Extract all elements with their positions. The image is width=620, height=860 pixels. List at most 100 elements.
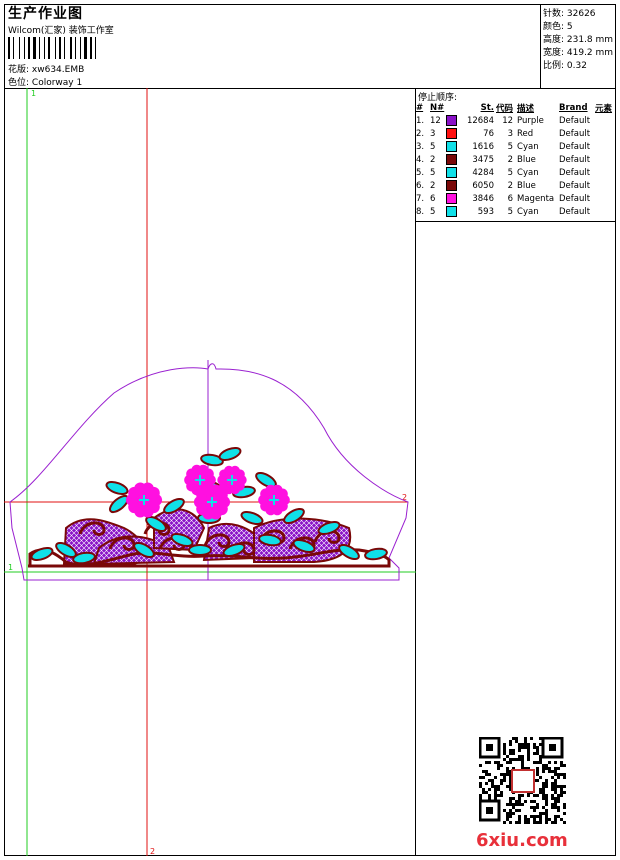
qr-module — [542, 782, 545, 785]
qr-module — [524, 815, 527, 818]
qr-module — [557, 815, 560, 818]
table-row: 6. 2 6050 2 Blue Default — [416, 179, 619, 192]
qr-finder-center — [549, 744, 556, 751]
table-row: 7. 6 3846 6 Magenta Default — [416, 192, 619, 205]
row-description: Blue — [517, 180, 536, 191]
qr-module — [515, 740, 518, 743]
qr-module — [551, 782, 554, 785]
qr-module — [506, 767, 509, 770]
qr-module — [539, 791, 542, 794]
qr-module — [530, 815, 533, 818]
barcode-bar — [8, 37, 10, 59]
color-swatch — [446, 180, 457, 191]
qr-module — [509, 815, 512, 818]
qr-module — [521, 761, 524, 764]
qr-module — [509, 758, 512, 761]
qr-module — [557, 773, 560, 776]
qr-module — [482, 770, 485, 773]
qr-module — [533, 800, 536, 803]
qr-module — [488, 761, 491, 764]
qr-module — [518, 758, 521, 761]
qr-module — [518, 821, 521, 824]
qr-module — [482, 791, 485, 794]
row-code: 5 — [507, 167, 514, 178]
qr-module — [500, 779, 503, 782]
qr-module — [545, 812, 548, 815]
row-code: 5 — [507, 206, 514, 217]
flower — [258, 484, 290, 516]
barcode-bar — [90, 37, 92, 59]
qr-module — [545, 800, 548, 803]
qr-module — [509, 809, 512, 812]
row-index: 4. — [416, 154, 425, 165]
design-label: 花版: — [8, 65, 30, 75]
qr-module — [506, 803, 509, 806]
barcode-bar — [19, 37, 20, 59]
qr-module — [545, 782, 548, 785]
barcode-bar — [64, 37, 65, 59]
qr-module — [563, 806, 566, 809]
row-needle: 6 — [430, 193, 436, 204]
qr-module — [560, 785, 563, 788]
qr-module — [491, 782, 494, 785]
design-value: xw634.EMB — [31, 65, 85, 75]
qr-module — [560, 764, 563, 767]
row-element — [595, 179, 619, 192]
qr-module — [494, 791, 497, 794]
qr-module — [524, 737, 527, 740]
qr-module — [542, 791, 545, 794]
qr-module — [554, 806, 557, 809]
qr-module — [542, 785, 545, 788]
qr-module — [527, 752, 530, 755]
qr-module — [539, 815, 542, 818]
leaf — [240, 510, 264, 526]
barcode-bar — [59, 37, 61, 59]
qr-module — [479, 764, 482, 767]
row-index: 6. — [416, 180, 425, 191]
leaf — [105, 480, 129, 496]
qr-module — [554, 800, 557, 803]
flower — [125, 482, 163, 518]
qr-module — [509, 797, 512, 800]
qr-module — [506, 755, 509, 758]
qr-module — [494, 776, 497, 779]
qr-module — [503, 752, 506, 755]
qr-module — [494, 785, 497, 788]
qr-module — [488, 794, 491, 797]
design-scale: 比例: 0.32 — [543, 61, 587, 71]
row-code: 6 — [507, 193, 514, 204]
qr-module — [503, 821, 506, 824]
qr-module — [557, 776, 560, 779]
qr-module — [542, 788, 545, 791]
row-swatch — [446, 114, 460, 127]
qr-module — [503, 809, 506, 812]
qr-module — [527, 758, 530, 761]
qr-module — [533, 821, 536, 824]
qr-module — [554, 773, 557, 776]
qr-module — [527, 755, 530, 758]
row-brand: Default — [559, 167, 591, 178]
qr-module — [509, 743, 512, 746]
leaf — [188, 544, 212, 556]
qr-module — [506, 818, 509, 821]
qr-module — [554, 785, 557, 788]
qr-module — [545, 803, 548, 806]
qr-module — [548, 767, 551, 770]
qr-module — [500, 794, 503, 797]
qr-module — [551, 776, 554, 779]
embroidery-preview: 1122 — [4, 88, 416, 856]
qr-module — [545, 815, 548, 818]
qr-module — [563, 764, 566, 767]
qr-module — [551, 803, 554, 806]
qr-module — [497, 794, 500, 797]
qr-module — [533, 752, 536, 755]
qr-module — [536, 761, 539, 764]
row-code: 5 — [507, 141, 514, 152]
leaf — [218, 446, 242, 462]
table-row: 8. 5 593 5 Cyan Default — [416, 205, 619, 218]
qr-module — [557, 809, 560, 812]
qr-module — [554, 821, 557, 824]
qr-module — [524, 821, 527, 824]
leaf — [30, 546, 54, 562]
qr-module — [518, 743, 521, 746]
